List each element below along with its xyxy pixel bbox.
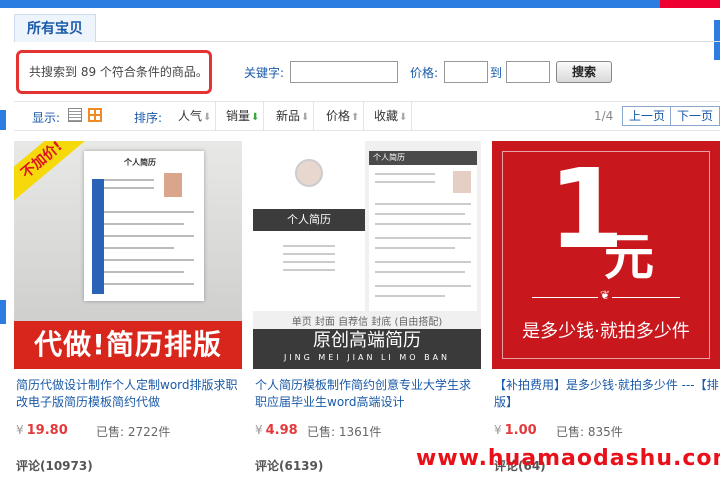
left-edge-marker bbox=[0, 300, 6, 324]
sort-label: 排序: bbox=[134, 111, 163, 125]
top-strip bbox=[0, 0, 720, 8]
result-count: 共搜索到 89 个符合条件的商品。 bbox=[16, 50, 212, 94]
title-bar: 所有宝贝 bbox=[14, 12, 720, 42]
sort-sales[interactable]: 销量⬇ bbox=[222, 102, 265, 130]
price-badge: 不加价! bbox=[14, 141, 89, 203]
price-row: ¥4.98 已售: 1361件 bbox=[255, 423, 481, 439]
arrow-up-icon: ⬆ bbox=[351, 112, 360, 123]
price-row: ¥1.00 已售: 835件 bbox=[494, 423, 720, 439]
sort-new[interactable]: 新品⬇ bbox=[272, 102, 315, 130]
price-row: ¥19.80 已售: 2722件 bbox=[16, 423, 242, 439]
watermark: www.huamaodashu.com bbox=[416, 446, 720, 471]
sold-count: 已售: 1361件 bbox=[307, 425, 382, 439]
arrow-down-icon: ⬇ bbox=[399, 112, 408, 123]
price-to-label: 到 bbox=[490, 66, 503, 80]
product-image[interactable]: 个人简历 不加价! 代做!简历排版 bbox=[14, 141, 242, 369]
product-image[interactable]: 个人简历 个人简历 单页 封面 自荐信 封底 (自由搭配) 原创高端简历 JIN… bbox=[253, 141, 481, 369]
list-view-icon[interactable] bbox=[68, 108, 82, 122]
image-band: 个人简历 bbox=[253, 209, 365, 231]
arrow-down-icon: ⬇ bbox=[301, 112, 310, 123]
sort-price-label: 价格 bbox=[326, 109, 351, 123]
image-banner: 代做!简历排版 bbox=[14, 321, 242, 369]
sort-popularity-label: 人气 bbox=[178, 109, 203, 123]
sold-count: 已售: 835件 bbox=[556, 425, 623, 439]
product-price: 19.80 bbox=[26, 423, 68, 438]
display-label: 显示: bbox=[32, 111, 61, 125]
product-title-link[interactable]: 个人简历模板制作简约创意专业大学生求职应届毕业生word高端设计 bbox=[255, 377, 481, 411]
product-image[interactable]: 1 元 是多少钱·就拍多少件 bbox=[492, 141, 720, 369]
arrow-down-icon: ⬇ bbox=[203, 112, 212, 123]
product-price: 1.00 bbox=[504, 423, 537, 438]
keyword-label: 关键字: bbox=[244, 66, 285, 80]
product-title-link[interactable]: 简历代做设计制作个人定制word排版求职改电子版简历模板简约代做 bbox=[16, 377, 242, 411]
resume-header: 个人简历 bbox=[369, 151, 477, 165]
resume-title: 个人简历 bbox=[124, 158, 156, 167]
next-page-button[interactable]: 下一页 bbox=[670, 106, 720, 126]
arrow-down-icon: ⬇ bbox=[251, 112, 260, 123]
prev-page-button[interactable]: 上一页 bbox=[622, 106, 673, 126]
search-button[interactable]: 搜索 bbox=[556, 61, 612, 83]
currency-symbol: ¥ bbox=[16, 423, 24, 437]
review-count[interactable]: 评论(10973) bbox=[16, 457, 93, 474]
page-title: 所有宝贝 bbox=[14, 14, 96, 42]
image-subtitle: 单页 封面 自荐信 封底 (自由搭配) bbox=[291, 317, 443, 328]
photo-placeholder bbox=[164, 173, 182, 197]
left-edge-marker bbox=[0, 110, 6, 130]
page-indicator: 1/4 bbox=[594, 109, 614, 123]
sort-popularity[interactable]: 人气⬇ bbox=[174, 102, 217, 130]
currency-symbol: ¥ bbox=[255, 423, 263, 437]
sort-favorites[interactable]: 收藏⬇ bbox=[370, 102, 413, 130]
banner-pinyin: JING MEI JIAN LI MO BAN bbox=[283, 353, 451, 362]
ornament-divider bbox=[532, 288, 680, 302]
sort-favorites-label: 收藏 bbox=[374, 109, 399, 123]
review-count[interactable]: 评论(6139) bbox=[255, 457, 323, 474]
product-title-link[interactable]: 【补拍费用】是多少钱·就拍多少件 ---【排版】 bbox=[494, 377, 720, 411]
search-row: 共搜索到 89 个符合条件的商品。 关键字: 价格: 到 搜索 bbox=[14, 50, 720, 94]
sort-new-label: 新品 bbox=[276, 109, 301, 123]
sort-price[interactable]: 价格⬆ bbox=[322, 102, 365, 130]
price-max-input[interactable] bbox=[506, 61, 550, 83]
banner-title: 原创高端简历 bbox=[313, 330, 421, 351]
sort-toolbar: 显示: 排序: 人气⬇ 销量⬇ 新品⬇ 价格⬆ 收藏⬇ 1/4 上一页 下一页 bbox=[14, 101, 720, 131]
product-price: 4.98 bbox=[265, 423, 298, 438]
image-tagline: 是多少钱·就拍多少件 bbox=[522, 321, 690, 342]
price-min-input[interactable] bbox=[444, 61, 488, 83]
image-banner: 原创高端简历 JING MEI JIAN LI MO BAN bbox=[253, 329, 481, 369]
sort-sales-label: 销量 bbox=[226, 109, 251, 123]
price-label: 价格: bbox=[410, 66, 439, 80]
currency-symbol: ¥ bbox=[494, 423, 502, 437]
avatar bbox=[295, 159, 323, 187]
keyword-input[interactable] bbox=[290, 61, 398, 83]
sold-count: 已售: 2722件 bbox=[96, 425, 171, 439]
grid-view-icon[interactable] bbox=[88, 108, 102, 122]
image-unit: 元 bbox=[604, 228, 654, 286]
